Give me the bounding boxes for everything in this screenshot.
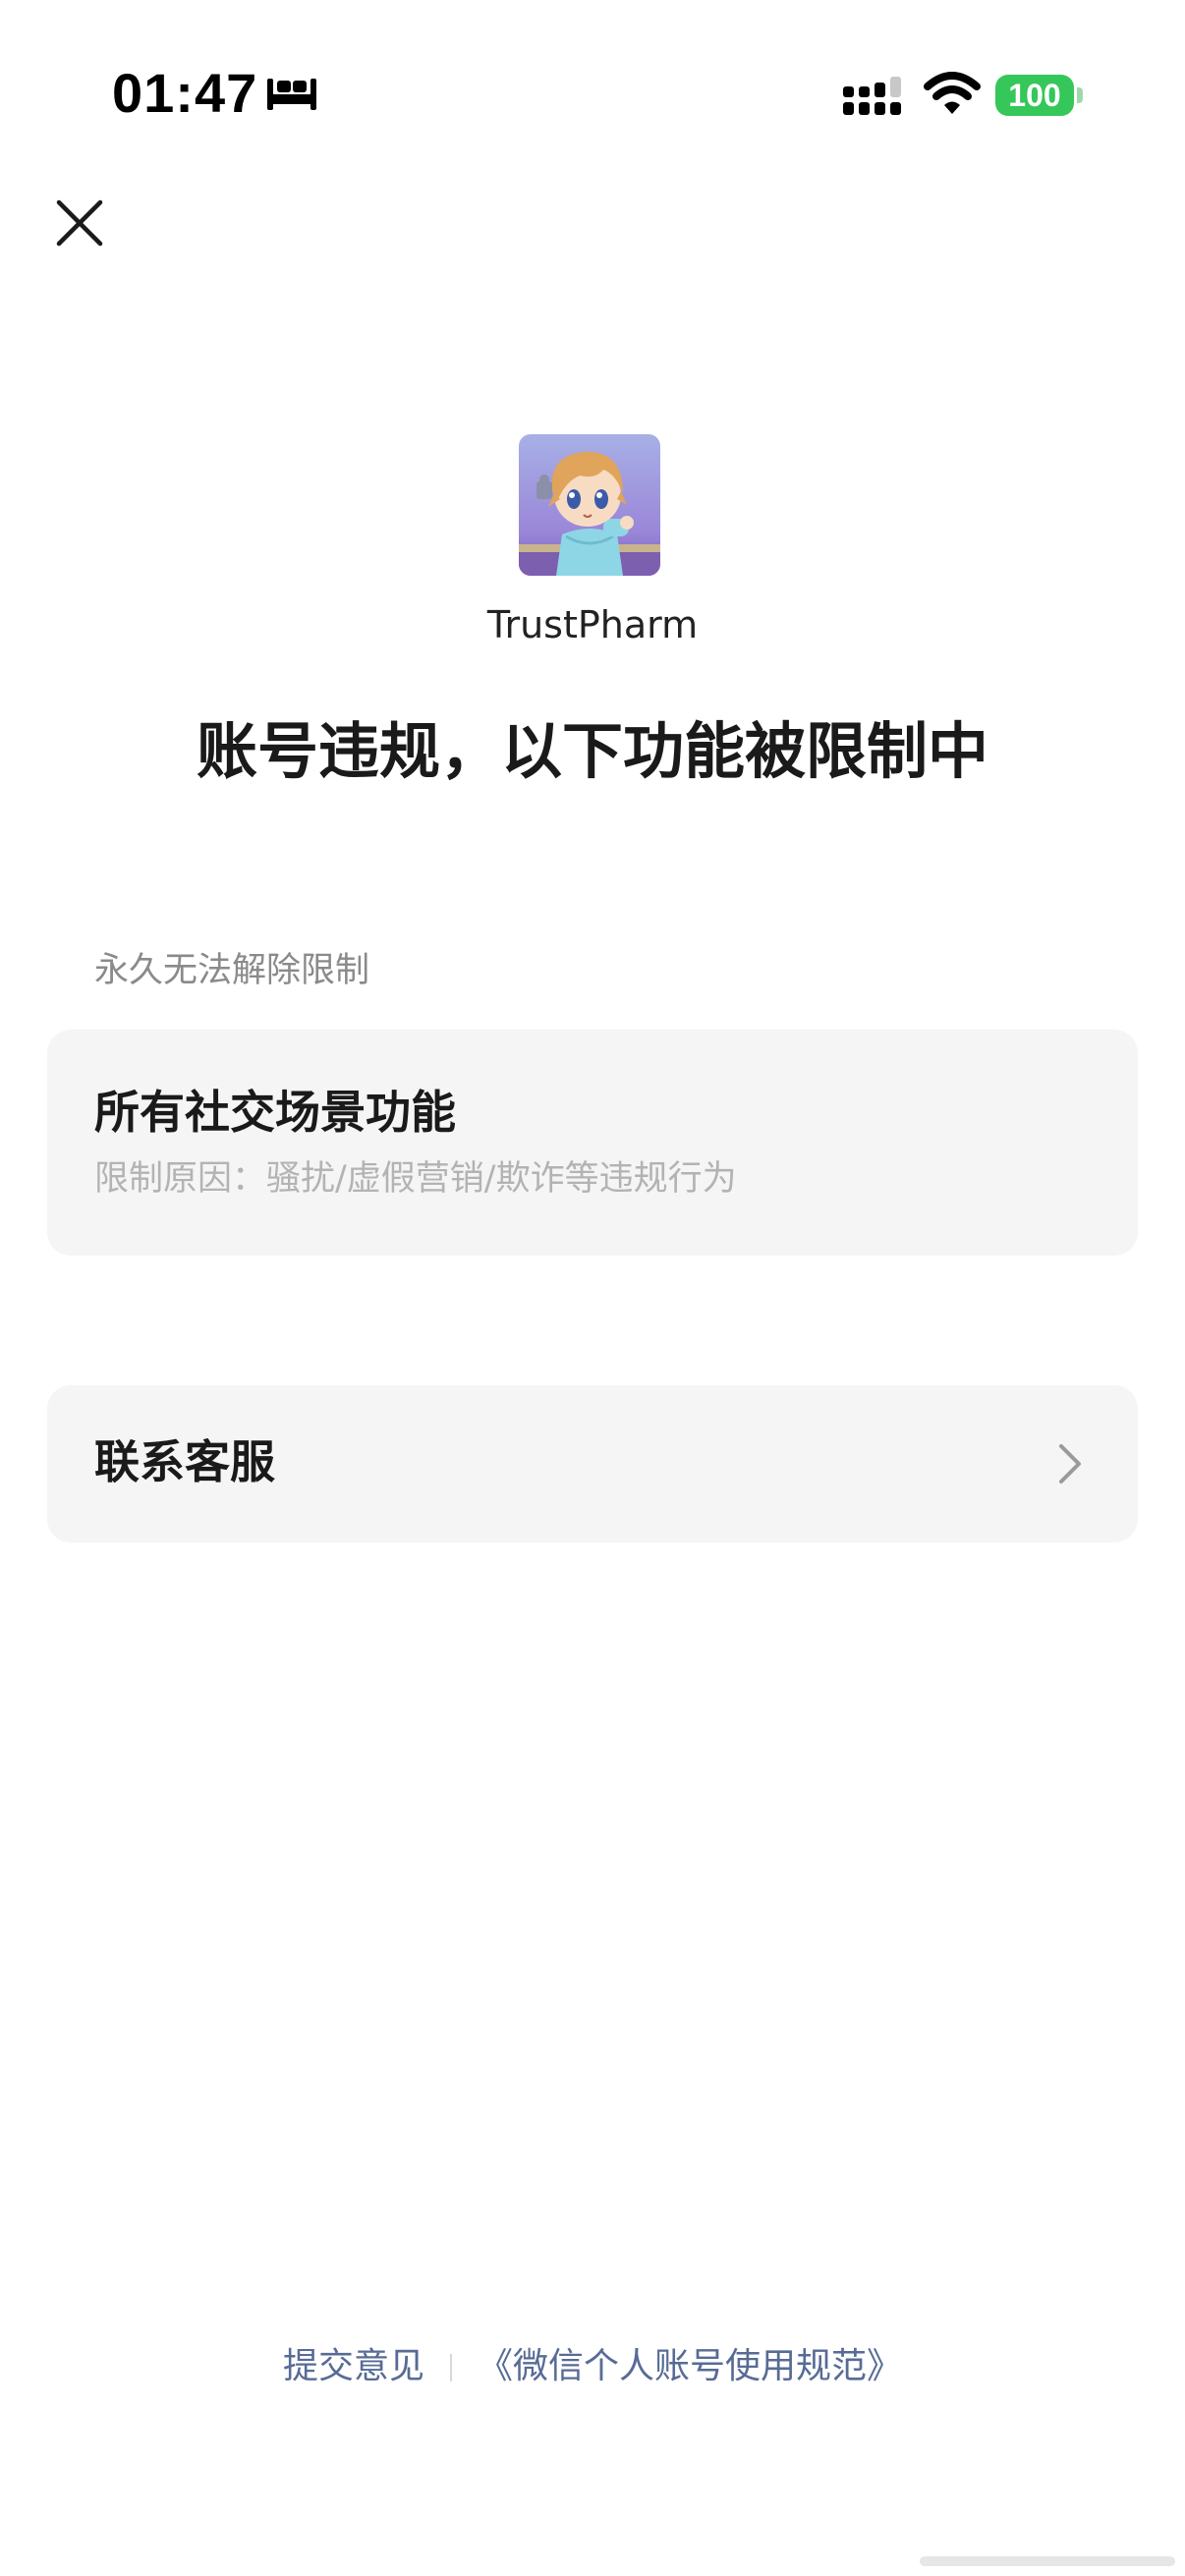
contact-support-label: 联系客服	[94, 1435, 275, 1488]
close-button[interactable]	[49, 193, 110, 253]
avatar	[519, 434, 660, 576]
feedback-link[interactable]: 提交意见	[283, 2346, 424, 2386]
restriction-title: 所有社交场景功能	[94, 1086, 456, 1139]
footer-links: 提交意见 《微信个人账号使用规范》	[0, 2340, 1185, 2393]
account-name: TrustPharm	[486, 603, 699, 646]
sleep-icon	[267, 79, 316, 110]
close-icon	[56, 199, 103, 247]
home-indicator	[920, 2556, 1175, 2566]
wifi-icon	[924, 72, 981, 114]
status-time: 01:47	[112, 62, 258, 124]
restriction-section-label: 永久无法解除限制	[94, 951, 370, 990]
restriction-reason: 限制原因：骚扰/虚假营销/欺诈等违规行为	[94, 1159, 737, 1199]
signal-icon	[843, 77, 901, 115]
chevron-right-icon	[1059, 1444, 1081, 1484]
policy-link[interactable]: 《微信个人账号使用规范》	[478, 2346, 902, 2386]
restriction-card: 所有社交场景功能 限制原因：骚扰/虚假营销/欺诈等违规行为	[47, 1030, 1138, 1256]
battery-tip	[1077, 87, 1083, 103]
contact-support-button[interactable]: 联系客服	[47, 1385, 1138, 1542]
battery-icon: 100	[995, 75, 1074, 116]
page-title: 账号违规，以下功能被限制中	[196, 715, 988, 787]
footer-divider	[450, 2354, 452, 2381]
